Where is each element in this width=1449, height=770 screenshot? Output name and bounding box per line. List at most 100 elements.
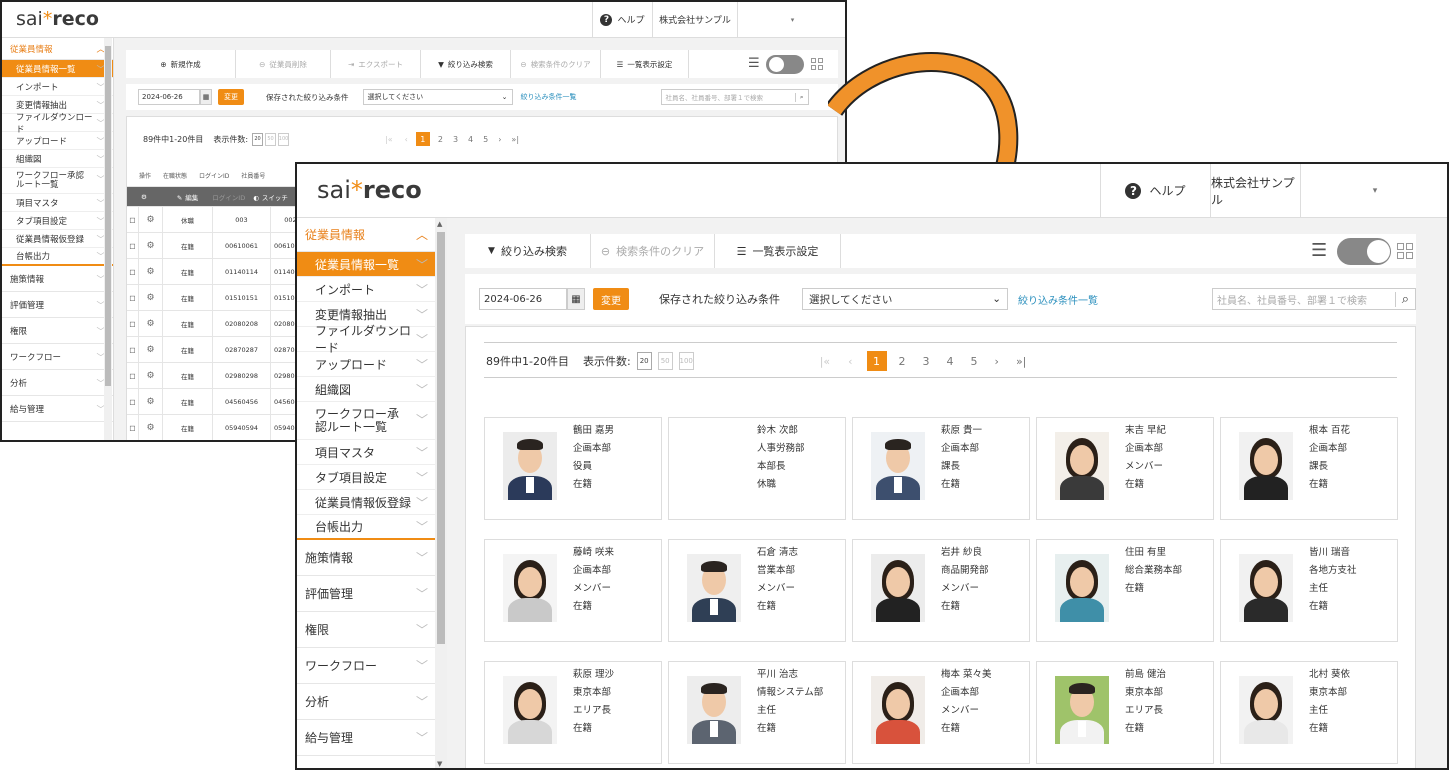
page-3[interactable]: 3 [923,355,930,368]
sidebar-group-4[interactable]: 分析 ﹀ [297,684,436,720]
sidebar-item-5[interactable]: 組織図 ﹀ [2,150,113,168]
saved-filter-link[interactable]: 絞り込み条件一覧 [521,92,577,102]
date-input[interactable]: 2024-06-26 [138,89,200,105]
employee-card[interactable]: 住田 有里 総合業務本部 在籍 [1036,539,1214,642]
employee-card[interactable]: 根本 百花 企画本部 課長 在籍 [1220,417,1398,520]
page-5[interactable]: 5 [971,355,978,368]
row-checkbox[interactable]: □ [127,415,139,440]
sidebar-item-10[interactable]: 台帳出力 ﹀ [297,515,436,540]
sidebar-item-3[interactable]: ファイルダウンロード ﹀ [297,324,436,355]
sidebar-group-0[interactable]: 施策情報 ﹀ [297,540,436,576]
clear-filter-button[interactable]: ⊖ 検索条件のクリア [511,50,601,78]
gear-icon[interactable]: ⚙ [139,233,163,258]
column-header[interactable]: 在職状態 [163,171,187,180]
sidebar-group-0[interactable]: 施策情報 ﹀ [2,266,113,292]
sidebar-item-9[interactable]: 従業員情報仮登録 ﹀ [297,490,436,515]
back-sidebar-scrollbar[interactable] [104,38,112,440]
page-4[interactable]: 4 [468,135,473,144]
card-view-icon[interactable] [811,58,823,70]
search-input[interactable]: 社員名、社員番号、部署１で検索 ⌕ [660,89,809,105]
sidebar-item-1[interactable]: インポート ﹀ [297,277,436,302]
sidebar-item-5[interactable]: 組織図 ﹀ [297,377,436,402]
sidebar-item-8[interactable]: タブ項目設定 ﹀ [2,212,113,230]
row-checkbox[interactable]: □ [127,337,139,362]
search-input[interactable]: 社員名、社員番号、部署１で検索 ⌕ [1212,288,1416,310]
column-header[interactable]: 操作 [139,171,151,180]
employee-card[interactable]: 鈴木 次郎 人事労務部 本部長 休職 [668,417,846,520]
sidebar-item-4[interactable]: アップロード ﹀ [297,352,436,377]
calendar-icon[interactable]: ▦ [567,288,585,310]
row-checkbox[interactable]: □ [127,259,139,284]
clear-filter-button[interactable]: ⊖ 検索条件のクリア [591,234,715,268]
sidebar-group-1[interactable]: 評価管理 ﹀ [297,576,436,612]
next-page-button[interactable]: › [498,135,501,144]
column-header[interactable]: 社員番号 [241,171,265,180]
page-2[interactable]: 2 [438,135,443,144]
view-toggle[interactable] [1337,238,1391,265]
sidebar-item-3[interactable]: ファイルダウンロード ﹀ [2,113,113,135]
employee-card[interactable]: 鶴田 嘉男 企画本部 役員 在籍 [484,417,662,520]
date-input[interactable]: 2024-06-26 [479,288,567,310]
saved-filter-link[interactable]: 絞り込み条件一覧 [1018,292,1098,307]
new-button[interactable]: ⊕ 新規作成 [126,50,236,78]
sidebar-group-2[interactable]: 権限 ﹀ [297,612,436,648]
sidebar-group-3[interactable]: ワークフロー ﹀ [297,648,436,684]
page-1[interactable]: 1 [415,132,430,146]
edit-button[interactable]: ✎ 編集 [177,192,198,202]
employee-card[interactable]: 梅本 菜々美 企画本部 メンバー 在籍 [852,661,1030,764]
employee-card[interactable]: 平川 治志 情報システム部 主任 在籍 [668,661,846,764]
column-header[interactable]: ログインID [199,171,229,180]
gear-icon[interactable]: ⚙ [139,337,163,362]
employee-card[interactable]: 北村 葵依 東京本部 主任 在籍 [1220,661,1398,764]
first-page-button[interactable]: |« [385,135,393,144]
user-dropdown[interactable]: ▾ [737,2,845,37]
card-view-icon[interactable] [1397,243,1413,259]
help-link[interactable]: ? ヘルプ [592,2,652,37]
sidebar-item-4[interactable]: アップロード ﹀ [2,132,113,150]
sidebar-item-6[interactable]: ワークフロー承認ルート一覧 ﹀ [2,168,113,194]
gear-icon[interactable]: ⚙ [139,311,163,336]
sidebar-group-5[interactable]: 給与管理 ﹀ [2,396,113,422]
delete-button[interactable]: ⊖ 従業員削除 [236,50,331,78]
calendar-icon[interactable]: ▦ [200,89,212,105]
sidebar-item-0[interactable]: 従業員情報一覧 ﹀ [2,60,113,78]
sidebar-item-7[interactable]: 項目マスタ ﹀ [297,440,436,465]
row-checkbox[interactable]: □ [127,311,139,336]
user-dropdown[interactable]: ▾ [1300,164,1447,217]
prev-page-button[interactable]: ‹ [405,135,408,144]
switch-button[interactable]: ◐ スイッチ [253,192,288,202]
search-icon[interactable]: ⌕ [1394,291,1415,307]
export-button[interactable]: ⇥ エクスポート [331,50,421,78]
gear-icon[interactable]: ⚙ [139,389,163,414]
prev-page-button[interactable]: ‹ [848,355,852,368]
list-view-icon[interactable]: ☰ [1311,240,1327,261]
page-size-50[interactable]: 50 [657,352,673,370]
sidebar-group-4[interactable]: 分析 ﹀ [2,370,113,396]
gear-icon[interactable]: ⚙ [139,259,163,284]
sidebar-item-7[interactable]: 項目マスタ ﹀ [2,194,113,212]
gear-icon[interactable]: ⚙ [139,285,163,310]
sidebar-group-3[interactable]: ワークフロー ﹀ [2,344,113,370]
last-page-button[interactable]: »| [1016,355,1026,368]
sidebar-item-1[interactable]: インポート ﹀ [2,78,113,96]
page-1[interactable]: 1 [866,351,887,371]
search-icon[interactable]: ⌕ [794,92,808,102]
display-settings-button[interactable]: ☰ 一覧表示設定 [715,234,841,268]
change-button[interactable]: 変更 [218,89,244,105]
sidebar-group-1[interactable]: 評価管理 ﹀ [2,292,113,318]
employee-card[interactable]: 萩原 理沙 東京本部 エリア長 在籍 [484,661,662,764]
sidebar-group-employee-info[interactable]: 従業員情報 ︿ [297,218,436,252]
saved-filter-select[interactable]: 選択してください ⌄ [802,288,1008,310]
employee-card[interactable]: 末吉 早紀 企画本部 メンバー 在籍 [1036,417,1214,520]
page-5[interactable]: 5 [483,135,488,144]
page-3[interactable]: 3 [453,135,458,144]
filter-button[interactable]: ▼ 絞り込み検索 [421,50,511,78]
sidebar-item-9[interactable]: 従業員情報仮登録 ﹀ [2,230,113,248]
gear-icon[interactable]: ⚙ [139,363,163,388]
employee-card[interactable]: 前島 健治 東京本部 エリア長 在籍 [1036,661,1214,764]
row-checkbox[interactable]: □ [127,363,139,388]
page-size-20[interactable]: 20 [252,132,264,146]
page-size-50[interactable]: 50 [265,132,277,146]
sidebar-item-8[interactable]: タブ項目設定 ﹀ [297,465,436,490]
next-page-button[interactable]: › [995,355,999,368]
